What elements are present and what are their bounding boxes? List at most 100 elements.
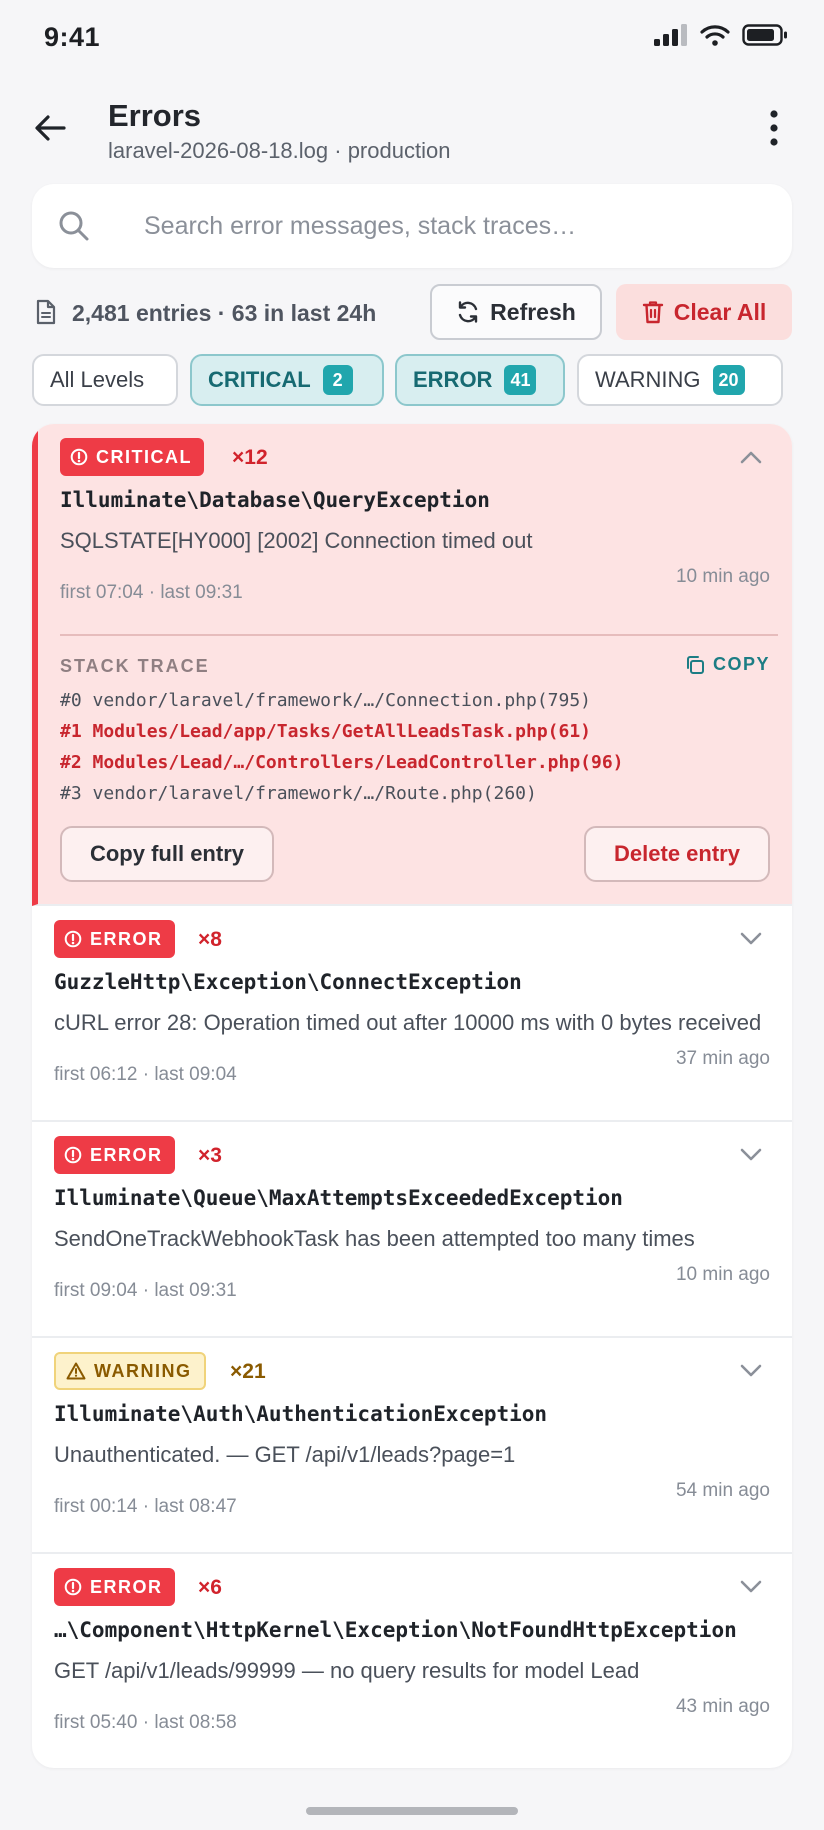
alert-circle-icon (64, 1146, 82, 1164)
toolbar: 2,481 entries · 63 in last 24h Refresh C… (32, 284, 792, 340)
error-message: SendOneTrackWebhookTask has been attempt… (54, 1226, 695, 1251)
first-last-seen: first 00:14 · last 08:47 (54, 1496, 237, 1517)
expand-toggle[interactable] (736, 1572, 766, 1602)
exception-class: …\Component\HttpKernel\Exception\NotFoun… (54, 1618, 737, 1642)
status-icons (654, 24, 788, 46)
level-label: ERROR (90, 928, 163, 949)
status-time: 9:41 (44, 22, 101, 52)
stack-frame: #0 vendor/laravel/framework/…/Connection… (60, 690, 592, 711)
expand-toggle[interactable] (736, 1140, 766, 1170)
relative-time: 10 min ago (675, 1264, 770, 1285)
collapse-toggle[interactable] (736, 442, 766, 472)
level-badge-error: ERROR (54, 1568, 175, 1606)
filter-chip-all-levels[interactable]: All Levels (32, 354, 178, 406)
stack-frame-app: #2 Modules/Lead/…/Controllers/LeadContro… (60, 752, 624, 773)
relative-time: 37 min ago (675, 1048, 770, 1069)
search-icon (59, 211, 89, 241)
refresh-label: Refresh (490, 298, 576, 325)
error-entry-expanded[interactable]: CRITICAL ×12 Illuminate\Database\QueryEx… (32, 424, 792, 906)
stack-frame: #3 vendor/laravel/framework/…/Route.php(… (60, 783, 537, 804)
refresh-icon (458, 301, 478, 323)
error-message: Unauthenticated. — GET /api/v1/leads?pag… (54, 1442, 516, 1467)
more-options-button[interactable] (754, 108, 794, 148)
alert-circle-icon (70, 448, 88, 466)
relative-time: 54 min ago (675, 1480, 770, 1501)
exception-class: Illuminate\Auth\AuthenticationException (54, 1402, 548, 1426)
occurrence-count: ×8 (198, 928, 222, 951)
level-label: WARNING (94, 1360, 192, 1381)
copy-icon (686, 655, 704, 674)
warning-triangle-icon (66, 1362, 86, 1380)
search-bar (32, 184, 792, 268)
chevron-up-icon (740, 451, 762, 464)
relative-time: 43 min ago (675, 1696, 770, 1717)
clear-all-label: Clear All (673, 298, 767, 325)
level-badge-warning: WARNING (54, 1352, 206, 1390)
chevron-down-icon (740, 1148, 762, 1161)
occurrence-count: ×12 (232, 446, 268, 469)
error-list: CRITICAL ×12 Illuminate\Database\QueryEx… (32, 424, 792, 1768)
error-entry[interactable]: ERROR ×6 …\Component\HttpKernel\Exceptio… (32, 1554, 792, 1768)
filter-label: CRITICAL (208, 367, 311, 392)
expand-toggle[interactable] (736, 1356, 766, 1386)
first-last-seen: first 07:04 · last 09:31 (60, 582, 243, 603)
level-label: ERROR (90, 1144, 163, 1165)
copy-stack-button[interactable]: COPY (685, 654, 770, 675)
exception-class: Illuminate\Queue\MaxAttemptsExceededExce… (54, 1186, 623, 1210)
first-last-seen: first 09:04 · last 09:31 (54, 1280, 237, 1301)
error-entry[interactable]: ERROR ×3 Illuminate\Queue\MaxAttemptsExc… (32, 1122, 792, 1338)
delete-entry-button[interactable]: Delete entry (584, 826, 770, 882)
app-header: Errors laravel-2026-08-18.log · producti… (0, 92, 824, 172)
cellular-signal-icon (654, 24, 687, 46)
alert-circle-icon (64, 930, 82, 948)
more-vertical-icon (770, 110, 778, 146)
chevron-down-icon (740, 932, 762, 945)
arrow-left-icon (35, 115, 66, 141)
page-title: Errors (108, 98, 202, 133)
level-badge-critical: CRITICAL (60, 438, 204, 476)
chevron-down-icon (740, 1364, 762, 1377)
stack-frame-app: #1 Modules/Lead/app/Tasks/GetAllLeadsTas… (60, 721, 592, 742)
filter-label: All Levels (50, 367, 145, 392)
level-label: ERROR (90, 1576, 163, 1597)
copy-label: COPY (712, 654, 770, 674)
level-badge-error: ERROR (54, 1136, 175, 1174)
clear-all-button[interactable]: Clear All (616, 284, 792, 340)
level-label: CRITICAL (96, 446, 192, 467)
copy-full-entry-button[interactable]: Copy full entry (60, 826, 274, 882)
back-button[interactable] (30, 108, 70, 148)
filter-count-badge: 20 (712, 365, 745, 395)
alert-circle-icon (64, 1578, 82, 1596)
entries-summary: 2,481 entries · 63 in last 24h (72, 300, 377, 326)
filter-count-badge: 41 (504, 365, 537, 395)
occurrence-count: ×21 (230, 1360, 266, 1383)
error-message: SQLSTATE[HY000] [2002] Connection timed … (60, 528, 533, 553)
first-last-seen: first 05:40 · last 08:58 (54, 1712, 237, 1733)
stack-trace-label: STACK TRACE (60, 656, 210, 676)
filter-label: ERROR (413, 367, 493, 392)
stack-frames: #0 vendor/laravel/framework/…/Connection… (60, 690, 624, 814)
divider (60, 634, 778, 636)
filter-chip-warning[interactable]: WARNING 20 (577, 354, 783, 406)
error-entry[interactable]: WARNING ×21 Illuminate\Auth\Authenticati… (32, 1338, 792, 1554)
expand-toggle[interactable] (736, 924, 766, 954)
filter-label: WARNING (595, 367, 701, 392)
status-bar: 9:41 (0, 0, 824, 78)
battery-icon (742, 24, 787, 46)
occurrence-count: ×3 (198, 1144, 222, 1167)
level-filters: All Levels CRITICAL 2 ERROR 41 WARNING 2… (32, 354, 792, 406)
exception-class: Illuminate\Database\QueryException (60, 488, 490, 512)
filter-chip-critical[interactable]: CRITICAL 2 (190, 354, 384, 406)
error-entry[interactable]: ERROR ×8 GuzzleHttp\Exception\ConnectExc… (32, 906, 792, 1122)
home-indicator[interactable] (306, 1807, 518, 1815)
filter-chip-error[interactable]: ERROR 41 (395, 354, 565, 406)
occurrence-count: ×6 (198, 1576, 222, 1599)
level-badge-error: ERROR (54, 920, 175, 958)
wifi-icon (700, 25, 730, 46)
search-input[interactable] (112, 184, 772, 268)
file-icon (36, 299, 56, 325)
filter-count-badge: 2 (322, 365, 353, 395)
refresh-button[interactable]: Refresh (430, 284, 602, 340)
relative-time: 10 min ago (675, 566, 770, 587)
first-last-seen: first 06:12 · last 09:04 (54, 1064, 237, 1085)
